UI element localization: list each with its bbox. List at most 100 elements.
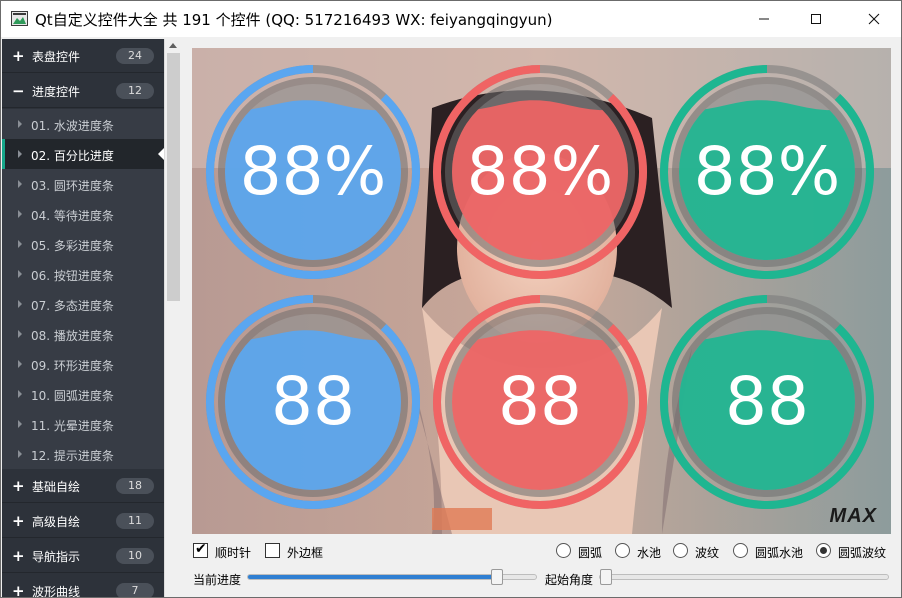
nav-item[interactable]: 05. 多彩进度条 [2, 229, 164, 259]
chevron-right-icon [18, 150, 22, 158]
count-badge: 11 [116, 513, 154, 529]
radio-dot-icon [820, 547, 827, 554]
close-button[interactable] [851, 1, 897, 37]
chevron-right-icon [18, 270, 22, 278]
outer-border-checkbox[interactable] [265, 543, 280, 558]
nav-group[interactable]: − 进度控件 12 [2, 74, 164, 108]
plus-icon: + [12, 512, 25, 530]
nav-item[interactable]: 06. 按钮进度条 [2, 259, 164, 289]
minus-icon: − [12, 82, 25, 100]
outer-border-label[interactable]: 外边框 [287, 544, 323, 561]
minimize-button[interactable] [741, 1, 787, 37]
nav-item-label: 08. 播放进度条 [31, 329, 114, 343]
style-radio-label[interactable]: 波纹 [695, 544, 719, 561]
percent-gauge: 88 [657, 292, 877, 512]
maximize-button[interactable] [793, 1, 839, 37]
gauge-value: 88 [725, 363, 809, 440]
style-radio[interactable] [615, 543, 630, 558]
nav-group[interactable]: + 导航指示 10 [2, 539, 164, 573]
percent-gauge: 88% [657, 62, 877, 282]
chevron-right-icon [18, 240, 22, 248]
percent-gauge: 88% [430, 62, 650, 282]
style-radio-label[interactable]: 圆弧水池 [755, 544, 803, 561]
active-indicator [2, 139, 5, 169]
gauge-value: 88% [693, 133, 841, 210]
nav-item[interactable]: 07. 多态进度条 [2, 289, 164, 319]
gauge-value: 88 [498, 363, 582, 440]
nav-item[interactable]: 08. 播放进度条 [2, 319, 164, 349]
chevron-right-icon [18, 330, 22, 338]
app-icon [11, 11, 28, 26]
chevron-right-icon [18, 210, 22, 218]
percent-gauge: 88% [203, 62, 423, 282]
plus-icon: + [12, 547, 25, 565]
gauge-value: 88% [466, 133, 614, 210]
count-badge: 10 [116, 548, 154, 564]
main-window: Qt自定义控件大全 共 191 个控件 (QQ: 517216493 WX: f… [0, 0, 902, 598]
nav-group-label: 导航指示 [32, 550, 81, 564]
count-badge: 7 [116, 583, 154, 597]
chevron-right-icon [18, 180, 22, 188]
nav-item-label: 09. 环形进度条 [31, 359, 114, 373]
nav-item[interactable]: 02. 百分比进度 [2, 139, 164, 169]
scroll-up-arrow-icon[interactable] [169, 43, 177, 48]
nav-group-label: 进度控件 [32, 85, 81, 99]
nav-item-label: 02. 百分比进度 [31, 149, 114, 163]
nav-item[interactable]: 11. 光晕进度条 [2, 409, 164, 439]
nav-item[interactable]: 10. 圆弧进度条 [2, 379, 164, 409]
current-progress-slider[interactable] [247, 569, 537, 585]
plus-icon: + [12, 477, 25, 495]
slider-handle[interactable] [600, 569, 612, 585]
nav-group-label: 基础自绘 [32, 480, 81, 494]
clockwise-checkbox[interactable]: ✔ [193, 541, 208, 558]
nav-item-label: 01. 水波进度条 [31, 119, 114, 133]
current-progress-label: 当前进度 [193, 573, 242, 587]
chevron-right-icon [18, 450, 22, 458]
nav-item[interactable]: 01. 水波进度条 [2, 109, 164, 139]
nav-scrollbar[interactable] [164, 39, 182, 597]
maximize-icon [811, 14, 821, 24]
nav-group[interactable]: + 波形曲线 7 [2, 574, 164, 598]
plus-icon: + [12, 582, 25, 598]
style-radio[interactable] [556, 543, 571, 558]
percent-gauge: 88 [203, 292, 423, 512]
count-badge: 18 [116, 478, 154, 494]
style-radio[interactable] [673, 543, 688, 558]
nav-group[interactable]: + 表盘控件 24 [2, 39, 164, 73]
nav-item[interactable]: 04. 等待进度条 [2, 199, 164, 229]
plus-icon: + [12, 47, 25, 65]
close-icon [868, 13, 880, 25]
style-radio-label[interactable]: 水池 [637, 544, 661, 561]
nav-item-label: 12. 提示进度条 [31, 449, 114, 463]
watermark-logo: MAX [829, 505, 877, 527]
slider-handle[interactable] [491, 569, 503, 585]
nav-group[interactable]: + 高级自绘 11 [2, 504, 164, 538]
start-angle-slider[interactable] [599, 569, 889, 585]
style-radio-label[interactable]: 圆弧波纹 [838, 544, 886, 561]
nav-group-label: 表盘控件 [32, 50, 81, 64]
navigation-tree: + 表盘控件 24 − 进度控件 12 01. 水波进度条 02. 百分比进度 03. 圆环进度… [2, 39, 164, 598]
chevron-right-icon [18, 300, 22, 308]
title-bar[interactable]: Qt自定义控件大全 共 191 个控件 (QQ: 517216493 WX: f… [1, 1, 901, 37]
chevron-right-icon [18, 390, 22, 398]
gauge-value: 88 [271, 363, 355, 440]
style-radio-label[interactable]: 圆弧 [578, 544, 602, 561]
scrollbar-thumb[interactable] [167, 53, 180, 301]
nav-item-label: 10. 圆弧进度条 [31, 389, 114, 403]
nav-item[interactable]: 12. 提示进度条 [2, 439, 164, 469]
nav-item-label: 11. 光晕进度条 [31, 419, 114, 433]
clockwise-label[interactable]: 顺时针 [215, 544, 251, 561]
nav-item[interactable]: 09. 环形进度条 [2, 349, 164, 379]
slider-fill [248, 575, 501, 579]
nav-item-label: 06. 按钮进度条 [31, 269, 114, 283]
nav-group-label: 波形曲线 [32, 585, 81, 598]
style-radio[interactable] [733, 543, 748, 558]
count-badge: 24 [116, 48, 154, 64]
style-radio[interactable] [816, 543, 831, 558]
nav-item-label: 05. 多彩进度条 [31, 239, 114, 253]
nav-group[interactable]: + 基础自绘 18 [2, 469, 164, 503]
minimize-icon [759, 18, 769, 20]
gauge-value: 88% [239, 133, 387, 210]
nav-item[interactable]: 03. 圆环进度条 [2, 169, 164, 199]
count-badge: 12 [116, 83, 154, 99]
